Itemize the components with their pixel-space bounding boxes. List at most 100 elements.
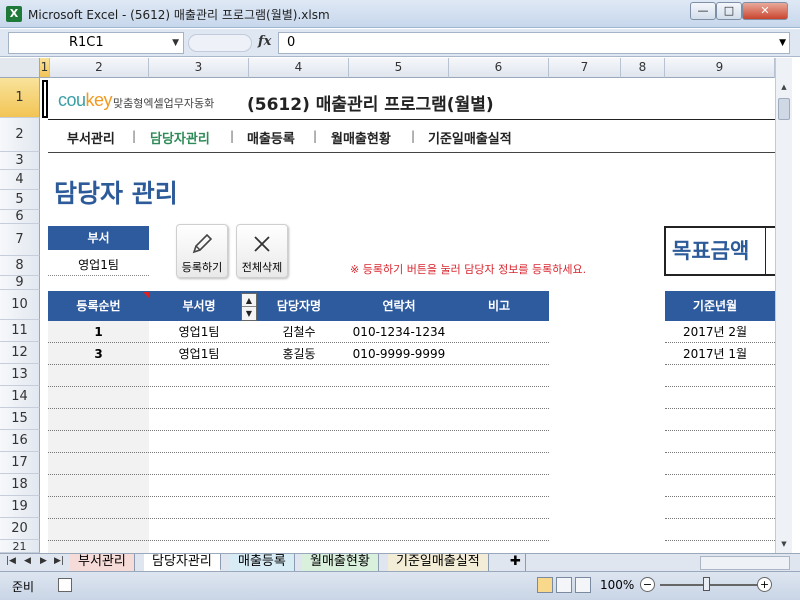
row-header[interactable]: 4 <box>0 170 40 190</box>
scroll-up-icon[interactable]: ▲ <box>777 80 791 94</box>
list-item[interactable] <box>665 475 775 497</box>
prev-sheet-icon[interactable]: ◀ <box>24 556 31 566</box>
next-sheet-icon[interactable]: ▶ <box>40 556 47 566</box>
instruction-note: ※ 등록하기 버튼을 눌러 담당자 정보를 등록하세요. <box>350 263 587 276</box>
row-header[interactable]: 12 <box>0 342 40 364</box>
close-button[interactable]: ✕ <box>742 2 788 20</box>
delete-all-label: 전체삭제 <box>241 261 283 274</box>
column-header[interactable]: 1 <box>40 58 50 78</box>
table-row[interactable] <box>48 387 549 409</box>
row-header[interactable]: 11 <box>0 320 40 342</box>
list-item[interactable] <box>665 519 775 541</box>
maximize-button[interactable]: □ <box>716 2 742 20</box>
name-box[interactable]: R1C1 ▼ <box>8 32 184 54</box>
table-row[interactable] <box>48 431 549 453</box>
row-header[interactable]: 18 <box>0 474 40 496</box>
scroll-down-icon[interactable]: ▼ <box>777 537 791 551</box>
chevron-down-icon[interactable]: ▼ <box>172 33 179 53</box>
row-header[interactable]: 21 <box>0 540 40 553</box>
tab-staff[interactable]: 담당자관리 <box>144 554 221 571</box>
row-header[interactable]: 16 <box>0 430 40 452</box>
page-layout-icon[interactable] <box>556 577 572 593</box>
column-header[interactable]: 6 <box>449 58 549 78</box>
list-item[interactable] <box>665 365 775 387</box>
column-header[interactable]: 2 <box>50 58 149 78</box>
nav-daily-results[interactable]: 기준일매출실적 <box>428 128 512 147</box>
list-item[interactable]: 2017년 2월 <box>665 321 775 343</box>
sort-spinner[interactable]: ▲ ▼ <box>241 293 257 321</box>
first-sheet-icon[interactable]: |◀ <box>6 556 16 566</box>
insert-sheet-icon[interactable]: ✚ <box>502 554 526 571</box>
vertical-scrollbar[interactable]: ▲ ▼ <box>775 58 792 553</box>
page-break-icon[interactable] <box>575 577 591 593</box>
table-row[interactable] <box>48 365 549 387</box>
zoom-slider-thumb[interactable] <box>703 577 710 591</box>
spin-down-icon[interactable]: ▼ <box>242 307 256 320</box>
row-header[interactable]: 2 <box>0 118 40 152</box>
tab-dept[interactable]: 부서관리 <box>70 554 135 571</box>
minimize-button[interactable]: — <box>690 2 716 20</box>
row-header[interactable]: 1 <box>0 78 40 118</box>
table-row[interactable]: 1 영업1팀 김철수 010-1234-1234 <box>48 321 549 343</box>
table-row[interactable] <box>48 519 549 541</box>
expand-formula-icon[interactable]: ▼ <box>779 33 786 53</box>
zoom-level[interactable]: 100% <box>600 578 634 592</box>
table-row[interactable] <box>48 453 549 475</box>
list-item[interactable]: 2017년 1월 <box>665 343 775 365</box>
dept-filter-value[interactable]: 영업1팀 <box>48 254 149 276</box>
row-header[interactable]: 7 <box>0 224 40 256</box>
zoom-in-icon[interactable]: + <box>757 577 772 592</box>
formula-value: 0 <box>287 35 296 50</box>
formula-input[interactable]: 0 ▼ <box>278 32 790 54</box>
column-header[interactable]: 8 <box>621 58 665 78</box>
select-all-corner[interactable] <box>0 58 40 78</box>
delete-all-button[interactable]: 전체삭제 <box>236 224 288 278</box>
target-divider <box>765 228 766 274</box>
worksheet[interactable]: coukey 맞춤형엑셀업무자동화 (5612) 매출관리 프로그램(월별) 부… <box>40 78 775 553</box>
column-header[interactable]: 4 <box>249 58 349 78</box>
register-button[interactable]: 등록하기 <box>176 224 228 278</box>
scroll-thumb[interactable] <box>778 98 790 120</box>
row-header[interactable]: 6 <box>0 209 40 224</box>
normal-view-icon[interactable] <box>537 577 553 593</box>
list-item[interactable] <box>665 387 775 409</box>
status-ready: 준비 <box>12 580 35 594</box>
column-header[interactable]: 5 <box>349 58 449 78</box>
last-sheet-icon[interactable]: ▶| <box>54 556 64 566</box>
row-header[interactable]: 17 <box>0 452 40 474</box>
horizontal-scrollbar[interactable] <box>700 556 790 570</box>
nav-staff[interactable]: 담당자관리 <box>150 128 210 147</box>
row-header[interactable]: 19 <box>0 496 40 518</box>
list-item[interactable] <box>665 409 775 431</box>
insert-function-icon[interactable]: fx <box>258 34 271 49</box>
row-header[interactable]: 15 <box>0 408 40 430</box>
tab-monthly-status[interactable]: 월매출현황 <box>302 554 379 571</box>
row-header[interactable]: 14 <box>0 386 40 408</box>
column-header[interactable]: 3 <box>149 58 249 78</box>
row-header[interactable]: 13 <box>0 364 40 386</box>
row-header[interactable]: 9 <box>0 275 40 290</box>
row-header[interactable]: 8 <box>0 256 40 276</box>
table-row[interactable] <box>48 475 549 497</box>
nav-dept[interactable]: 부서관리 <box>67 128 115 147</box>
table-row[interactable] <box>48 409 549 431</box>
row-header[interactable]: 10 <box>0 290 40 320</box>
nav-sales-register[interactable]: 매출등록 <box>247 128 295 147</box>
tab-sales-register[interactable]: 매출등록 <box>230 554 295 571</box>
col-base-month: 기준년월 <box>692 299 738 313</box>
table-row[interactable] <box>48 497 549 519</box>
list-item[interactable] <box>665 453 775 475</box>
column-header[interactable]: 7 <box>549 58 621 78</box>
nav-monthly-status[interactable]: 월매출현황 <box>331 128 391 147</box>
row-header[interactable]: 20 <box>0 518 40 540</box>
list-item[interactable] <box>665 431 775 453</box>
table-row[interactable]: 3 영업1팀 홍길동 010-9999-9999 <box>48 343 549 365</box>
spin-up-icon[interactable]: ▲ <box>242 294 256 307</box>
list-item[interactable] <box>665 497 775 519</box>
row-header[interactable]: 5 <box>0 190 40 210</box>
column-header[interactable]: 9 <box>665 58 775 78</box>
row-header[interactable]: 3 <box>0 152 40 170</box>
macro-record-icon[interactable] <box>58 578 72 592</box>
tab-daily-results[interactable]: 기준일매출실적 <box>388 554 489 571</box>
zoom-out-icon[interactable]: − <box>640 577 655 592</box>
